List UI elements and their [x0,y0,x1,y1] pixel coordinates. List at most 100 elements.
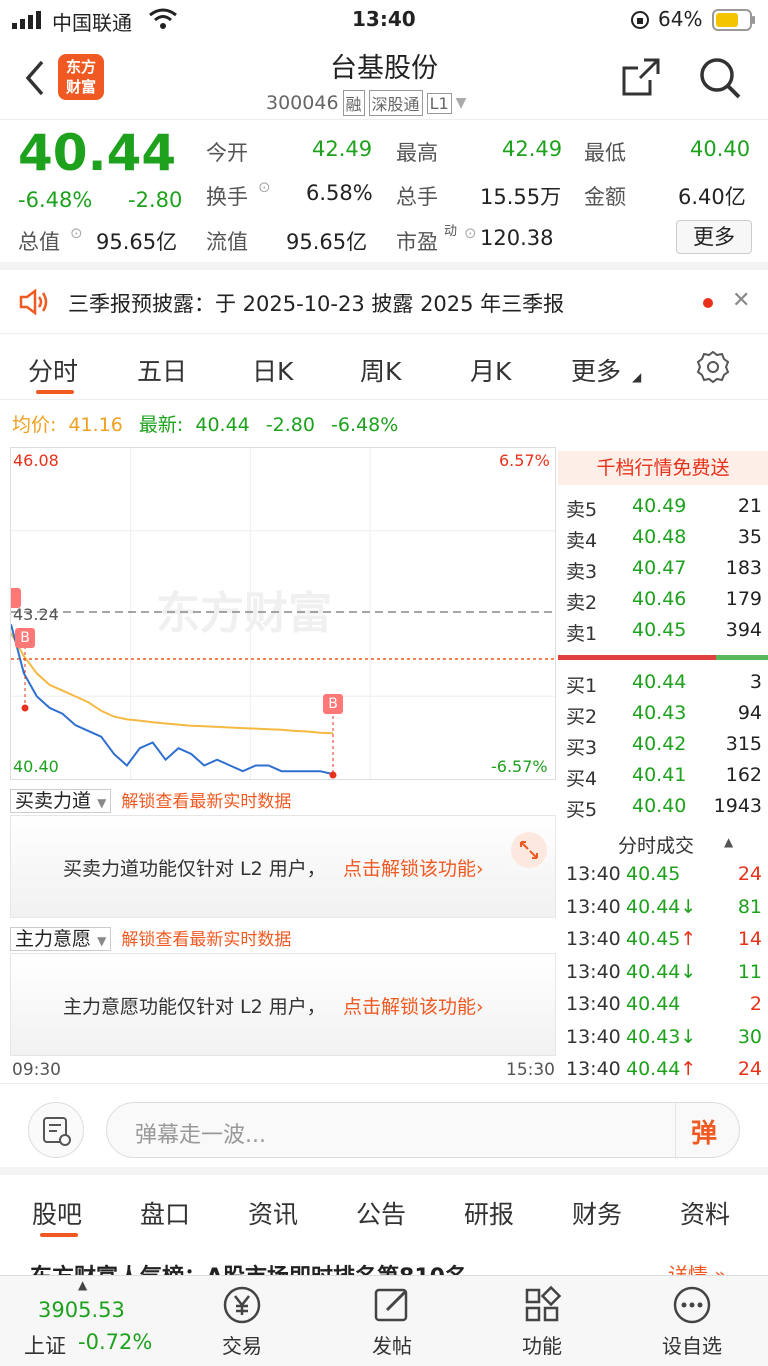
time-start-label: 09:30 [12,1060,61,1080]
info-icon[interactable]: ⊙ [464,224,477,242]
chevron-down-icon[interactable]: ▼ [456,95,467,111]
popularity-detail-link[interactable]: 详情 » [668,1259,727,1275]
ask-row[interactable]: 卖3 40.47 183 [566,557,762,587]
buy-marker[interactable]: B [15,628,35,648]
turnover-label: 换手 [206,185,248,209]
trade-direction-icon: ↓ [680,895,697,918]
level-price: 40.45 [632,619,687,641]
low-label: 最低 [584,141,626,165]
tab-announcements[interactable]: 公告 [356,1195,406,1231]
tab-finance[interactable]: 财务 [572,1195,622,1231]
add-watchlist-button[interactable]: 设自选 [632,1284,752,1359]
notice-bar[interactable]: 三季报预披露：于 2025-10-23 披露 2025 年三季报 ✕ [0,270,768,334]
more-button[interactable]: 更多 [676,220,752,254]
index-pct: -0.72% [78,1330,153,1354]
danmu-input[interactable]: 弹幕走一波... 弹 [106,1102,740,1158]
danmu-send-button[interactable]: 弹 [691,1113,717,1150]
tab-profile[interactable]: 资料 [680,1195,730,1231]
unread-dot [703,298,713,308]
bid-row[interactable]: 买1 40.44 3 [566,671,762,701]
ask-row[interactable]: 卖4 40.48 35 [566,526,762,556]
intraday-chart[interactable]: 东方财富 46.08 6.57% 43.24 40.40 -6.57% B B [10,447,556,780]
level-volume: 315 [725,733,762,755]
trade-direction-icon: ↑ [680,1058,697,1080]
tab-more[interactable]: 更多 [571,352,621,388]
tab-guba[interactable]: 股吧 [32,1195,82,1231]
bid-row[interactable]: 买4 40.41 162 [566,764,762,794]
tab-pankou[interactable]: 盘口 [140,1195,190,1231]
tab-daily-k[interactable]: 日K [252,352,293,388]
index-widget[interactable]: ▲ 3905.53 上证 -0.72% [20,1276,170,1364]
tab-intraday[interactable]: 分时 [28,352,78,388]
trade-price: 40.44↓ [626,960,697,983]
status-bar: 中国联通 13:40 64% [0,0,768,40]
tab-research[interactable]: 研报 [464,1195,514,1231]
more-dots-icon [673,1286,711,1324]
quote-panel: 40.44 -6.48% -2.80 总值 ⊙ 95.65亿 今开 42.49 … [0,120,768,270]
bid-row[interactable]: 买3 40.42 315 [566,733,762,763]
intent-unlock-button[interactable]: 点击解锁该功能› [343,992,484,1019]
popularity-text: 东方财富人气榜：A股市场即时排名第810名 [30,1259,467,1275]
promo-banner[interactable]: 千档行情免费送 [558,451,768,485]
power-locked-panel: 买卖力道功能仅针对 L2 用户， 点击解锁该功能› [10,815,556,918]
battery-icon [712,9,756,36]
trade-price: 40.45↑ [626,928,697,950]
power-locked-msg: 买卖力道功能仅针对 L2 用户， [63,858,326,880]
expand-icon[interactable] [511,832,547,868]
power-unlock-button[interactable]: 点击解锁该功能› [343,854,484,881]
power-unlock-link[interactable]: 解锁查看最新实时数据 [121,792,291,812]
info-icon[interactable]: ⊙ [70,224,83,242]
level-volume: 183 [725,557,762,579]
trade-time: 13:40 [566,928,621,950]
intent-unlock-link[interactable]: 解锁查看最新实时数据 [121,930,291,950]
close-icon[interactable]: ✕ [732,288,750,313]
trade-volume: 24 [737,863,762,885]
level-tag[interactable]: L1 [426,92,452,114]
level-volume: 162 [725,764,762,786]
y-low-label: 40.40 [13,757,59,776]
trade-row: 13:40 40.44↓ 81 [566,896,762,926]
trade-row: 13:40 40.43↓ 30 [566,1026,762,1056]
bid-row[interactable]: 买5 40.40 1943 [566,795,762,825]
trade-volume: 14 [737,928,762,950]
gear-icon[interactable] [696,350,730,388]
y-mid-label: 43.24 [13,605,59,624]
ask-row[interactable]: 卖5 40.49 21 [566,495,762,525]
tab-weekly-k[interactable]: 周K [360,352,401,388]
danmu-settings-icon[interactable] [28,1102,84,1158]
intent-select[interactable]: 主力意愿 ▼ [10,927,112,951]
trade-time: 13:40 [566,993,621,1015]
danmu-placeholder: 弹幕走一波... [135,1123,266,1148]
functions-button[interactable]: 功能 [482,1284,602,1359]
trades-title[interactable]: 分时成交 [618,831,694,858]
post-button[interactable]: 发帖 [332,1284,452,1359]
buy-marker-edge [11,588,21,608]
power-select[interactable]: 买卖力道 ▼ [10,789,112,813]
search-icon[interactable] [698,56,742,104]
bid-strength-bar [716,655,768,660]
avg-label: 均价: [12,414,57,436]
bid-row[interactable]: 买2 40.43 94 [566,702,762,732]
share-icon[interactable] [620,56,662,102]
popularity-strip[interactable]: 东方财富人气榜：A股市场即时排名第810名 详情 » [0,1241,768,1275]
battery-percent: 64% [658,7,703,31]
volume-value: 15.55万 [480,185,562,209]
tab-five-day[interactable]: 五日 [137,352,187,388]
info-icon[interactable]: ⊙ [258,178,271,196]
level-price: 40.49 [632,495,687,517]
tab-news[interactable]: 资讯 [248,1195,298,1231]
pe-label: 市盈 [396,230,438,254]
trade-row: 13:40 40.44 2 [566,993,762,1023]
tab-monthly-k[interactable]: 月K [470,352,511,388]
intent-header: 主力意愿 ▼ 解锁查看最新实时数据 [10,924,556,954]
b-marker-dot [21,704,29,712]
level-label: 卖1 [566,623,598,645]
sort-up-icon[interactable]: ▲ [724,835,733,849]
index-name: 上证 [24,1334,66,1358]
ask-row[interactable]: 卖2 40.46 179 [566,588,762,618]
ask-row[interactable]: 卖1 40.45 394 [566,619,762,649]
trade-button[interactable]: 交易 [182,1284,302,1359]
buy-marker[interactable]: B [323,694,343,714]
trade-price: 40.44↓ [626,895,697,918]
last-price: 40.44 [18,124,177,182]
